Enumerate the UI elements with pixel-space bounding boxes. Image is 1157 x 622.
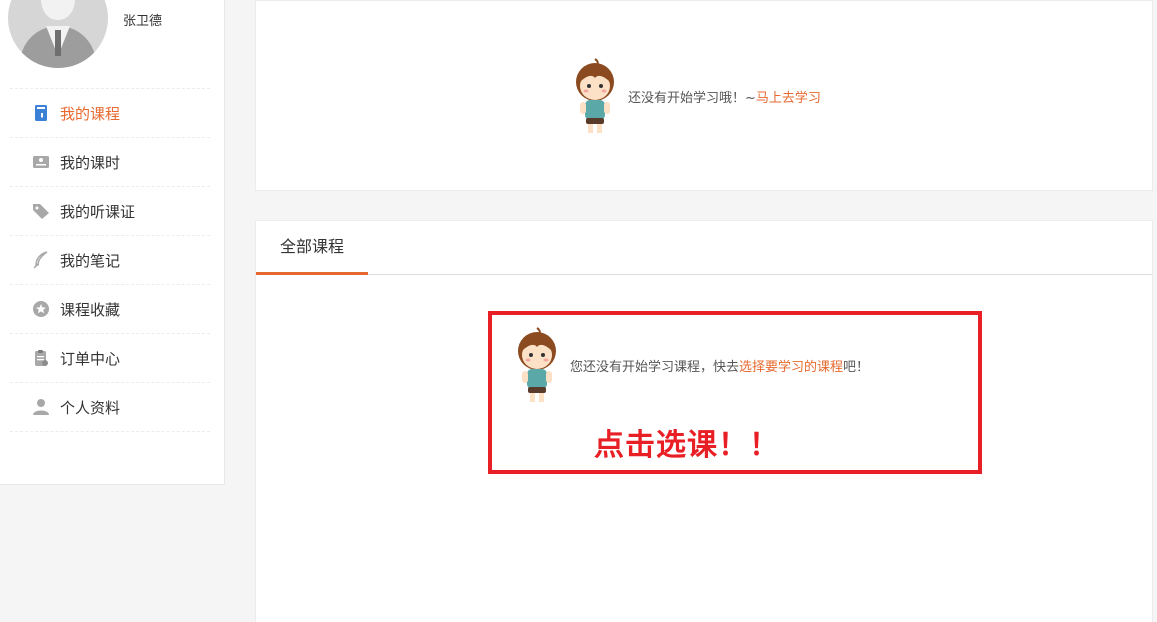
clipboard-icon — [32, 349, 50, 367]
annotation-text: 点击选课！！ — [594, 428, 780, 463]
sidebar-item-my-courses[interactable]: 我的课程 — [10, 89, 210, 138]
sidebar-item-profile[interactable]: 个人资料 — [10, 383, 210, 432]
sidebar-item-label: 订单中心 — [60, 349, 121, 368]
tab-all-courses[interactable]: 全部课程 — [256, 221, 368, 275]
sidebar-item-label: 课程收藏 — [60, 300, 121, 319]
username: 张卫德 — [123, 14, 163, 29]
start-learning-link[interactable]: 马上去学习 — [756, 87, 821, 106]
tag-icon — [32, 202, 50, 220]
empty-study-message: 还没有开始学习哦！~ 马上去学习 — [572, 56, 821, 136]
book-icon — [32, 104, 50, 122]
user-icon — [32, 398, 50, 416]
sidebar-item-label: 个人资料 — [60, 398, 121, 417]
sidebar-menu: 我的课程 我的课时 我的听课证 我的笔记 课程收藏 订单中心 个人资料 — [10, 88, 210, 432]
sidebar-item-label: 我的课程 — [60, 104, 121, 123]
feather-icon — [32, 251, 50, 269]
sidebar-item-my-lessons[interactable]: 我的课时 — [10, 138, 210, 187]
star-icon — [32, 300, 50, 318]
kid-mascot-icon — [576, 58, 614, 133]
sidebar: 张卫德 我的课程 我的课时 我的听课证 我的笔记 课程收藏 订单中心 个人资料 — [0, 0, 225, 485]
sidebar-item-label: 我的课时 — [60, 153, 121, 172]
empty-study-text: 还没有开始学习哦！~ — [628, 90, 756, 106]
sidebar-item-label: 我的听课证 — [60, 202, 136, 221]
sidebar-item-my-notes[interactable]: 我的笔记 — [10, 236, 210, 285]
id-card-icon — [32, 153, 50, 171]
sidebar-item-my-pass[interactable]: 我的听课证 — [10, 187, 210, 236]
sidebar-item-favorites[interactable]: 课程收藏 — [10, 285, 210, 334]
sidebar-item-label: 我的笔记 — [60, 251, 121, 270]
course-tabs: 全部课程 — [256, 221, 1152, 275]
avatar[interactable] — [8, 0, 108, 68]
sidebar-item-orders[interactable]: 订单中心 — [10, 334, 210, 383]
